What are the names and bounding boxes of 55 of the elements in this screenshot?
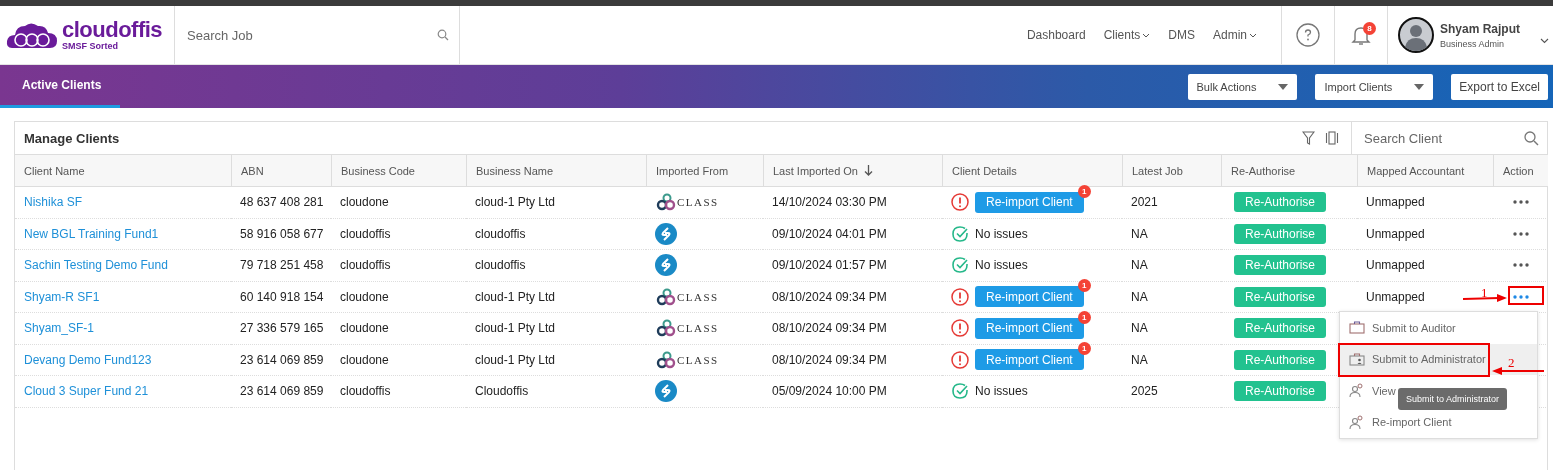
table-cell: Unmapped xyxy=(1366,195,1425,210)
table-cell: cloudone xyxy=(340,195,389,210)
user-name: Shyam Rajput xyxy=(1440,21,1520,36)
table-cell: NA xyxy=(1131,258,1148,273)
table-cell: 48 637 408 281 xyxy=(240,195,324,210)
source-label: CLASS xyxy=(677,290,719,303)
table-cell: cloud-1 Pty Ltd xyxy=(475,195,556,210)
table-cell: 05/09/2024 10:00 PM xyxy=(772,384,887,399)
status-text: No issues xyxy=(975,384,1028,399)
table-cell: cloudone xyxy=(340,289,389,304)
table-cell: NA xyxy=(1131,352,1148,367)
table-cell: cloudoffis xyxy=(340,226,391,241)
table-cell: cloud-1 Pty Ltd xyxy=(475,352,556,367)
table-cell: 14/10/2024 03:30 PM xyxy=(772,195,887,210)
table-cell: cloudone xyxy=(340,321,389,336)
table-cell: 08/10/2024 09:34 PM xyxy=(772,321,887,336)
table-cell: 23 614 069 859 xyxy=(240,384,324,399)
table-cell: 79 718 251 458 xyxy=(240,258,324,273)
table-cell: cloudone xyxy=(340,352,389,367)
table-cell: NA xyxy=(1131,289,1148,304)
table-cell: 2025 xyxy=(1131,384,1158,399)
table-cell: 09/10/2024 01:57 PM xyxy=(772,258,887,273)
table-cell: Unmapped xyxy=(1366,226,1425,241)
table-cell: cloud-1 Pty Ltd xyxy=(475,289,556,304)
source-label: CLASS xyxy=(677,196,719,209)
card-title: Manage Clients xyxy=(23,130,121,146)
table-cell: NA xyxy=(1131,226,1148,241)
notification-badge: 8 xyxy=(1363,22,1376,35)
table-cell: Cloudoffis xyxy=(475,384,529,399)
logo-tagline: SMSF Sorted xyxy=(62,42,119,51)
table-cell: 60 140 918 154 xyxy=(240,289,324,304)
table-cell: 58 916 058 677 xyxy=(240,226,324,241)
table-cell: 27 336 579 165 xyxy=(240,321,324,336)
table-cell: 09/10/2024 04:01 PM xyxy=(772,226,887,241)
table-cell: cloudoffis xyxy=(475,226,526,241)
source-label: CLASS xyxy=(677,322,719,335)
annotation-number: 2 xyxy=(1508,355,1515,371)
status-text: No issues xyxy=(975,258,1028,273)
tooltip: Submit to Administrator xyxy=(1398,388,1508,410)
table-cell: cloudoffis xyxy=(340,384,391,399)
table-cell: 2021 xyxy=(1131,195,1158,210)
source-label: CLASS xyxy=(677,353,719,366)
table-cell: Unmapped xyxy=(1366,258,1425,273)
table-cell: cloudoffis xyxy=(340,258,391,273)
table-cell: Unmapped xyxy=(1366,289,1425,304)
table-cell: NA xyxy=(1131,321,1148,336)
user-role: Business Admin xyxy=(1440,38,1506,49)
table-cell: cloudoffis xyxy=(475,258,526,273)
status-text: No issues xyxy=(975,226,1028,241)
table-cell: 23 614 069 859 xyxy=(240,352,324,367)
table-cell: 08/10/2024 09:34 PM xyxy=(772,352,887,367)
logo-name: cloudoffis xyxy=(62,19,163,41)
table-cell: cloud-1 Pty Ltd xyxy=(475,321,556,336)
annotation-number: 1 xyxy=(1481,285,1488,301)
table-cell: 08/10/2024 09:34 PM xyxy=(772,289,887,304)
